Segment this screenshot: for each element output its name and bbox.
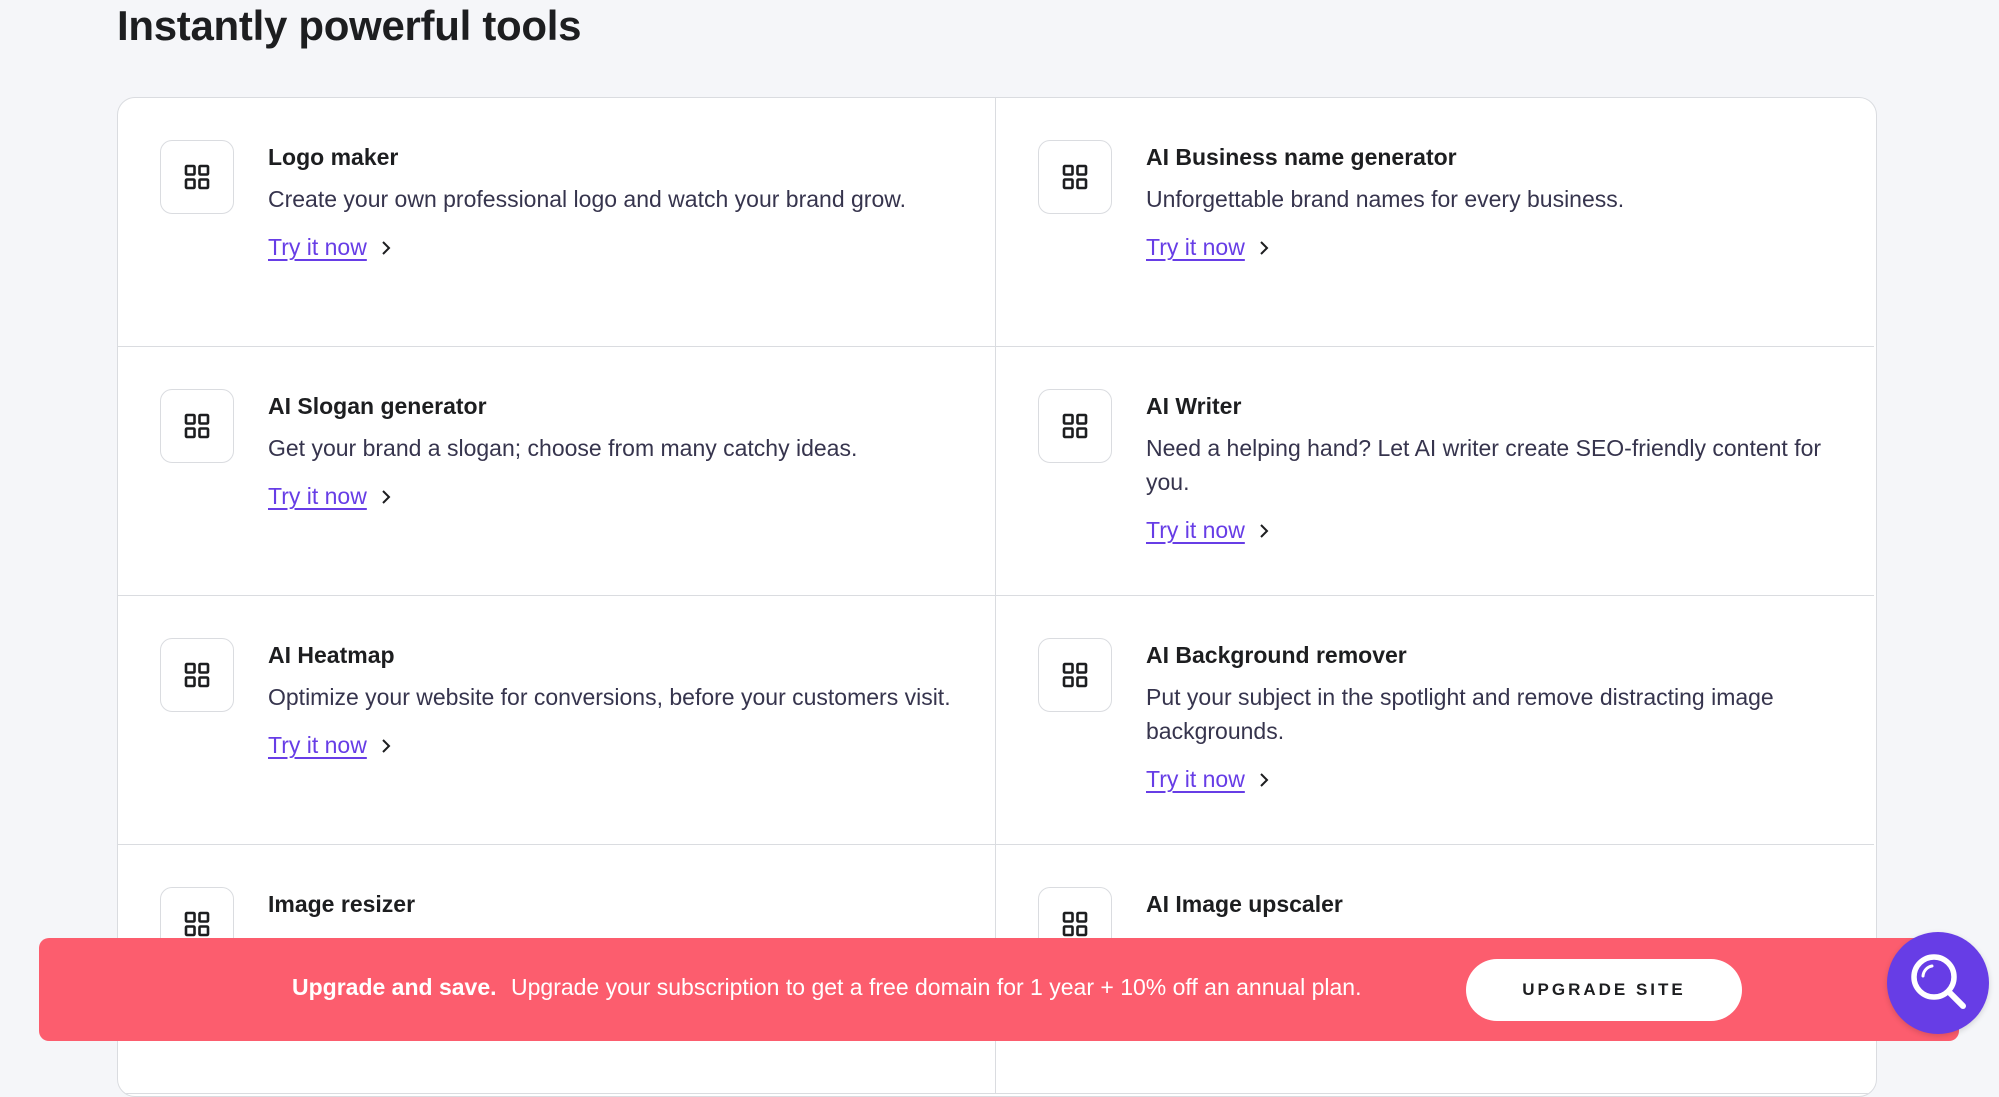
search-icon [1905, 948, 1971, 1019]
tool-title: AI Image upscaler [1146, 891, 1343, 917]
tool-description: Optimize your website for conversions, b… [268, 684, 951, 710]
banner-message: Upgrade your subscription to get a free … [511, 974, 1362, 1000]
try-it-now-link[interactable]: Try it now [268, 732, 392, 759]
tool-card-ai-heatmap: AI Heatmap Optimize your website for con… [118, 596, 996, 845]
grid-icon [1038, 389, 1112, 463]
tool-card-ai-writer: AI Writer Need a helping hand? Let AI wr… [996, 347, 1874, 596]
upgrade-site-button[interactable]: UPGRADE SITE [1466, 959, 1742, 1021]
tool-card-ai-slogan-generator: AI Slogan generator Get your brand a slo… [118, 347, 996, 596]
try-it-now-link[interactable]: Try it now [1146, 766, 1270, 793]
tool-title: AI Slogan generator [268, 393, 487, 419]
tool-title: Image resizer [268, 891, 416, 917]
try-it-now-link[interactable]: Try it now [1146, 234, 1270, 261]
tool-title: AI Business name generator [1146, 144, 1457, 170]
search-button[interactable] [1887, 932, 1989, 1034]
chevron-right-icon [381, 489, 392, 505]
chevron-right-icon [1259, 240, 1270, 256]
try-it-now-label: Try it now [1146, 766, 1245, 792]
try-it-now-label: Try it now [268, 483, 367, 509]
chevron-right-icon [381, 240, 392, 256]
grid-icon [1038, 140, 1112, 214]
tool-title: Logo maker [268, 144, 399, 170]
chevron-right-icon [381, 738, 392, 754]
try-it-now-link[interactable]: Try it now [268, 234, 392, 261]
tool-card-ai-business-name-generator: AI Business name generator Unforgettable… [996, 98, 1874, 347]
chevron-right-icon [1259, 523, 1270, 539]
tool-card-ai-background-remover: AI Background remover Put your subject i… [996, 596, 1874, 845]
try-it-now-link[interactable]: Try it now [1146, 517, 1270, 544]
tool-card-logo-maker: Logo maker Create your own professional … [118, 98, 996, 347]
chevron-right-icon [1259, 772, 1270, 788]
upgrade-banner: Upgrade and save. Upgrade your subscript… [39, 938, 1959, 1041]
tool-title: AI Background remover [1146, 642, 1407, 668]
tool-title: AI Heatmap [268, 642, 395, 668]
try-it-now-label: Try it now [1146, 234, 1245, 260]
tool-description: Get your brand a slogan; choose from man… [268, 435, 858, 461]
grid-icon [160, 638, 234, 712]
try-it-now-label: Try it now [1146, 517, 1245, 543]
grid-icon [1038, 638, 1112, 712]
try-it-now-label: Try it now [268, 234, 367, 260]
banner-headline: Upgrade and save. [292, 974, 497, 1000]
page-title: Instantly powerful tools [117, 2, 582, 49]
grid-icon [160, 140, 234, 214]
tool-description: Put your subject in the spotlight and re… [1146, 684, 1774, 744]
grid-icon [160, 389, 234, 463]
tool-description: Create your own professional logo and wa… [268, 186, 906, 212]
try-it-now-label: Try it now [268, 732, 367, 758]
tool-title: AI Writer [1146, 393, 1242, 419]
try-it-now-link[interactable]: Try it now [268, 483, 392, 510]
tool-description: Need a helping hand? Let AI writer creat… [1146, 435, 1822, 495]
tool-description: Unforgettable brand names for every busi… [1146, 186, 1625, 212]
